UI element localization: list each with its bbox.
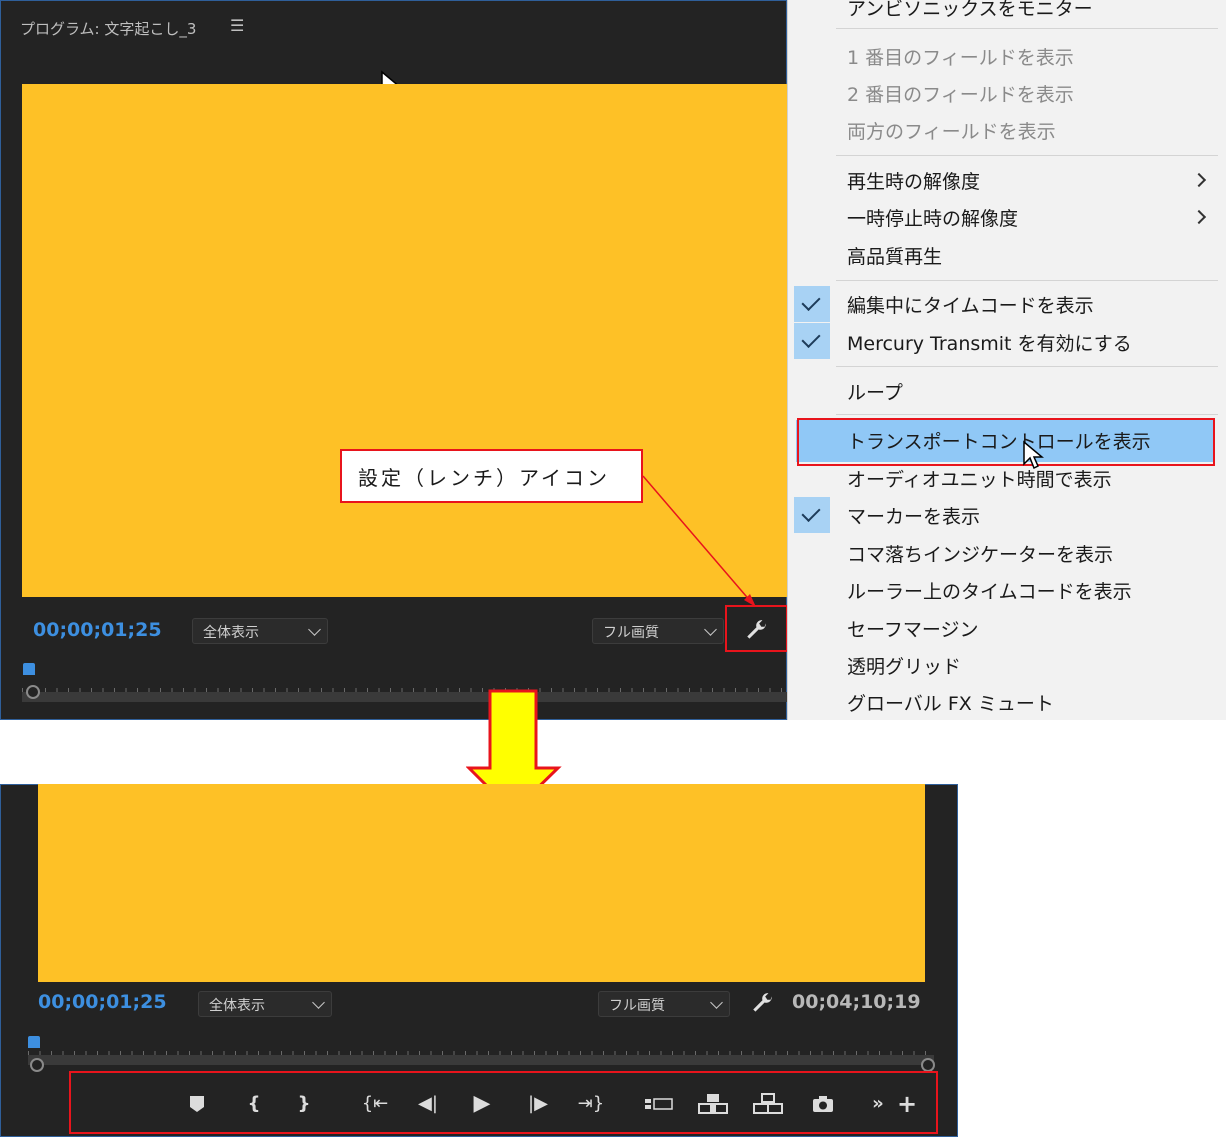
chevron-down-icon bbox=[308, 623, 321, 636]
menu-item-global-fx-mute[interactable]: グローバル FX ミュート bbox=[847, 689, 1054, 716]
menu-item-ambisonics[interactable]: アンビソニックスをモニター bbox=[847, 0, 1093, 21]
zoom-select[interactable]: 全体表示 bbox=[192, 618, 328, 644]
playhead[interactable] bbox=[23, 663, 35, 675]
wrench-highlight-box bbox=[725, 605, 788, 652]
time-ruler-bottom[interactable] bbox=[28, 1045, 934, 1065]
time-ruler[interactable] bbox=[22, 682, 787, 702]
playhead[interactable] bbox=[28, 1036, 40, 1048]
chevron-down-icon bbox=[312, 996, 325, 1009]
program-video-frame-bottom bbox=[38, 784, 925, 982]
wrench-icon[interactable] bbox=[750, 990, 776, 1016]
menu-item-field-1[interactable]: 1 番目のフィールドを表示 bbox=[847, 43, 1074, 70]
current-timecode[interactable]: 00;00;01;25 bbox=[33, 619, 162, 641]
zoom-select-value: 全体表示 bbox=[203, 625, 259, 641]
menu-item-show-timecode[interactable]: 編集中にタイムコードを表示 bbox=[847, 291, 1094, 318]
checkmark-icon bbox=[794, 497, 830, 533]
current-timecode-bottom[interactable]: 00;00;01;25 bbox=[38, 991, 167, 1013]
menu-item-paused-resolution[interactable]: 一時停止時の解像度 bbox=[847, 204, 1018, 231]
menu-item-both-fields[interactable]: 両方のフィールドを表示 bbox=[847, 117, 1056, 144]
transport-highlight-box bbox=[69, 1071, 938, 1134]
menu-highlight-box bbox=[797, 418, 1215, 466]
quality-select-value: フル画質 bbox=[609, 998, 665, 1014]
menu-item-audio-units[interactable]: オーディオユニット時間で表示 bbox=[847, 465, 1112, 492]
quality-select-bottom[interactable]: フル画質 bbox=[598, 991, 730, 1017]
quality-select-value: フル画質 bbox=[603, 625, 659, 641]
checkmark-icon bbox=[794, 286, 830, 322]
program-video-frame bbox=[22, 84, 788, 597]
menu-item-field-2[interactable]: 2 番目のフィールドを表示 bbox=[847, 80, 1074, 107]
menu-item-mercury-transmit[interactable]: Mercury Transmit を有効にする bbox=[847, 329, 1132, 356]
quality-select[interactable]: フル画質 bbox=[592, 618, 724, 644]
chevron-right-icon bbox=[1191, 209, 1207, 225]
chevron-down-icon bbox=[710, 996, 723, 1009]
menu-item-transparency-grid[interactable]: 透明グリッド bbox=[847, 652, 961, 679]
menu-separator bbox=[836, 155, 1218, 156]
duration-timecode: 00;04;10;19 bbox=[792, 991, 921, 1013]
menu-item-safe-margins[interactable]: セーフマージン bbox=[847, 615, 978, 642]
menu-separator bbox=[836, 414, 1218, 415]
menu-item-show-markers[interactable]: マーカーを表示 bbox=[847, 502, 980, 529]
menu-item-ruler-timecode[interactable]: ルーラー上のタイムコードを表示 bbox=[847, 577, 1132, 604]
menu-separator bbox=[836, 280, 1218, 281]
menu-separator bbox=[836, 366, 1218, 367]
zoom-handle-left[interactable] bbox=[26, 685, 40, 699]
callout-label: 設定（レンチ）アイコン bbox=[340, 449, 643, 503]
context-menu: アンビソニックスをモニター 1 番目のフィールドを表示 2 番目のフィールドを表… bbox=[787, 0, 1226, 720]
zoom-select-value: 全体表示 bbox=[209, 998, 265, 1014]
chevron-down-icon bbox=[704, 623, 717, 636]
menu-item-high-quality-playback[interactable]: 高品質再生 bbox=[847, 242, 942, 269]
menu-item-dropped-frame-indicator[interactable]: コマ落ちインジケーターを表示 bbox=[847, 540, 1113, 567]
zoom-handle-right[interactable] bbox=[921, 1058, 935, 1072]
zoom-handle-left[interactable] bbox=[30, 1058, 44, 1072]
checkmark-icon bbox=[794, 323, 830, 359]
menu-item-playback-resolution[interactable]: 再生時の解像度 bbox=[847, 167, 980, 194]
panel-menu-icon[interactable]: ☰ bbox=[230, 16, 244, 35]
mouse-cursor-icon bbox=[1023, 440, 1044, 470]
menu-item-loop[interactable]: ループ bbox=[847, 378, 903, 405]
zoom-select-bottom[interactable]: 全体表示 bbox=[198, 991, 332, 1017]
panel-title[interactable]: プログラム: 文字起こし_3 bbox=[20, 18, 196, 39]
chevron-right-icon bbox=[1191, 172, 1207, 188]
menu-separator bbox=[836, 28, 1218, 29]
